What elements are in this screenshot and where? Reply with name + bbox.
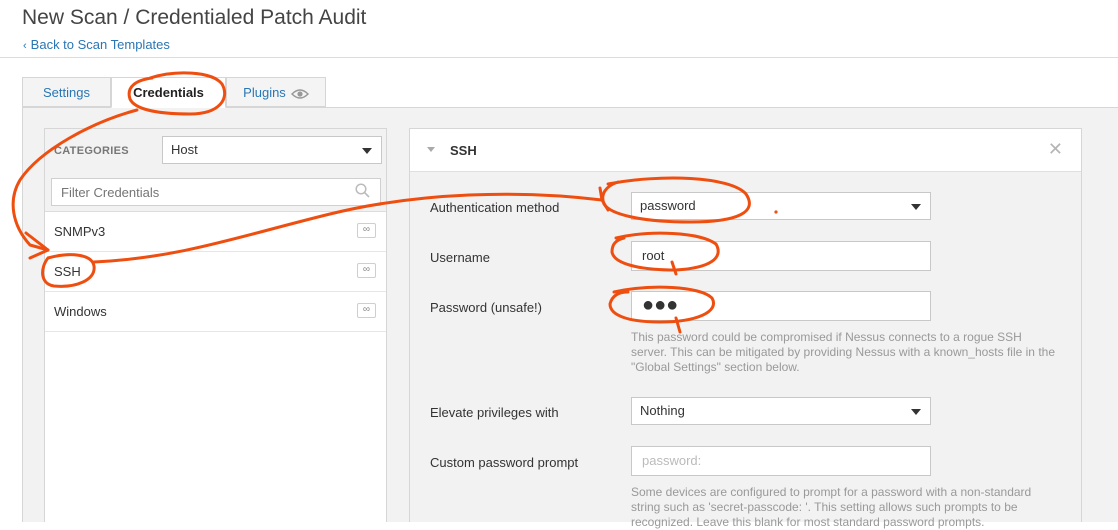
tab-plugins[interactable]: Plugins <box>226 77 326 107</box>
password-input[interactable]: ●●● <box>631 291 931 321</box>
tab-credentials[interactable]: Credentials <box>111 77 226 108</box>
tab-settings[interactable]: Settings <box>22 77 111 107</box>
custom-prompt-input[interactable]: password: <box>631 446 931 476</box>
ssh-section-title: SSH <box>450 143 477 158</box>
credential-item-ssh[interactable]: SSH ∞ <box>45 252 386 292</box>
filter-credentials-input[interactable] <box>51 178 381 206</box>
close-icon[interactable]: ✕ <box>1048 139 1063 160</box>
back-to-templates-link[interactable]: ‹ Back to Scan Templates <box>23 37 170 52</box>
infinity-icon: ∞ <box>357 263 376 278</box>
password-help-text: This password could be compromised if Ne… <box>631 330 1055 374</box>
page-header: New Scan / Credentialed Patch Audit ‹ Bac… <box>0 0 1118 58</box>
collapse-arrow-icon[interactable] <box>427 147 435 152</box>
elevate-privileges-value: Nothing <box>640 403 685 418</box>
custom-prompt-help-text: Some devices are configured to prompt fo… <box>631 485 1032 529</box>
ssh-section-header[interactable]: SSH ✕ <box>410 129 1081 172</box>
credential-label: Windows <box>54 304 107 319</box>
eye-icon <box>290 88 309 99</box>
category-select[interactable]: Host <box>162 136 382 164</box>
infinity-icon: ∞ <box>357 303 376 318</box>
search-icon <box>355 183 370 198</box>
custom-prompt-label: Custom password prompt <box>430 455 579 470</box>
elevate-privileges-select[interactable]: Nothing <box>631 397 931 425</box>
category-bar: CATEGORIES Host <box>45 129 386 212</box>
username-label: Username <box>430 250 490 265</box>
auth-method-label: Authentication method <box>430 200 560 215</box>
credential-item-snmpv3[interactable]: SNMPv3 ∞ <box>45 212 386 252</box>
chevron-left-icon: ‹ <box>23 40 27 52</box>
categories-label: CATEGORIES <box>54 145 129 157</box>
credential-label: SNMPv3 <box>54 224 106 239</box>
caret-down-icon <box>911 409 921 415</box>
caret-down-icon <box>911 204 921 210</box>
credential-item-windows[interactable]: Windows ∞ <box>45 292 386 332</box>
ssh-settings-panel: SSH ✕ Authentication method password Use… <box>409 128 1082 529</box>
tab-plugins-label: Plugins <box>243 85 286 100</box>
category-value: Host <box>171 142 198 157</box>
back-link-label: Back to Scan Templates <box>30 37 170 52</box>
caret-down-icon <box>362 148 372 154</box>
infinity-icon: ∞ <box>357 223 376 238</box>
credential-label: SSH <box>54 264 81 279</box>
auth-method-select[interactable]: password <box>631 192 931 220</box>
elevate-privileges-label: Elevate privileges with <box>430 405 559 420</box>
password-label: Password (unsafe!) <box>430 300 542 315</box>
auth-method-value: password <box>640 198 696 213</box>
credential-categories-panel: CATEGORIES Host SNMPv3 ∞ SSH ∞ Windows ∞ <box>44 128 387 522</box>
page-title: New Scan / Credentialed Patch Audit <box>22 6 367 29</box>
username-input[interactable]: root <box>631 241 931 271</box>
